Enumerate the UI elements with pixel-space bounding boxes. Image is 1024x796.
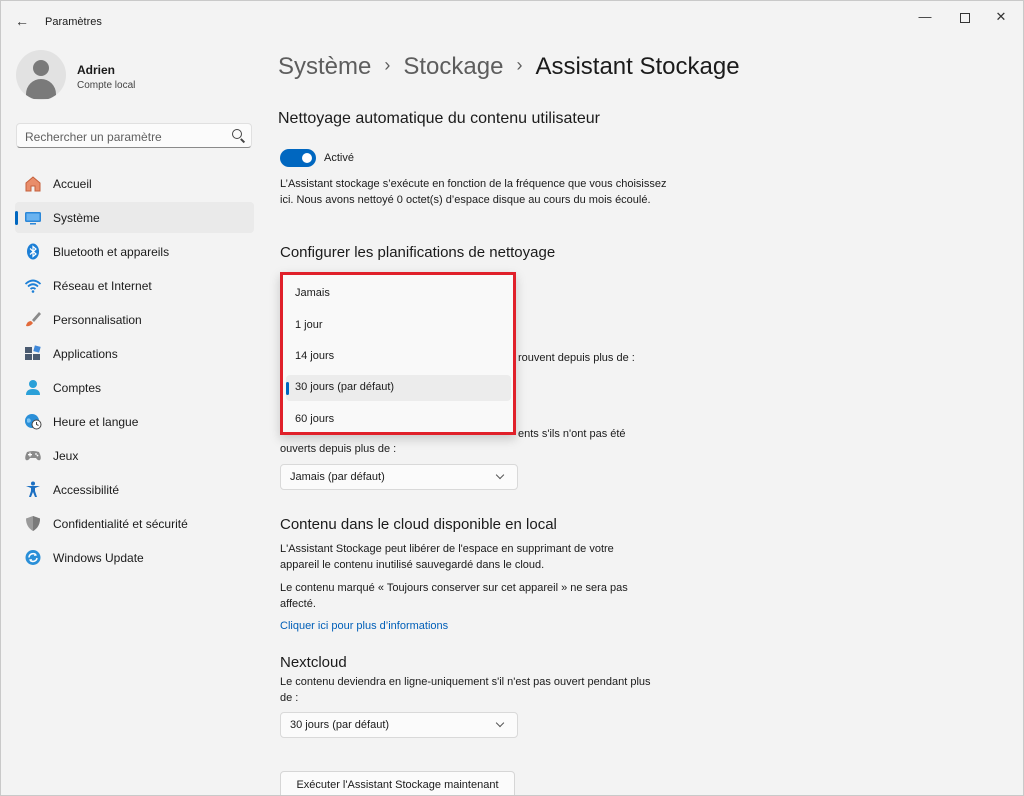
dropdown-option[interactable]: 1 jour	[286, 313, 511, 339]
downloads-label-end: ouverts depuis plus de :	[280, 443, 397, 455]
sidebar-item-windows-update[interactable]: Windows Update	[15, 542, 254, 573]
nextcloud-description: Le contenu deviendra en ligne-uniquement…	[280, 676, 651, 704]
sidebar-item-systeme[interactable]: Système	[15, 202, 254, 233]
person-icon	[26, 380, 40, 395]
user-name: Adrien	[77, 63, 116, 77]
sidebar-item-label: Personnalisation	[53, 313, 142, 327]
chevron-down-icon	[495, 718, 505, 728]
breadcrumb-systeme[interactable]: Système	[278, 53, 371, 80]
sidebar-item-heure[interactable]: Heure et langue	[15, 406, 254, 437]
update-icon	[25, 550, 41, 565]
breadcrumb-separator: ›	[384, 55, 391, 75]
sidebar-item-bluetooth[interactable]: Bluetooth et appareils	[15, 236, 254, 267]
sidebar-nav: Accueil Système Bluetooth et appareils R…	[15, 168, 254, 576]
breadcrumb-separator: ›	[516, 55, 523, 75]
dropdown-value: 30 jours (par défaut)	[290, 719, 390, 731]
auto-cleanup-title: Nettoyage automatique du contenu utilisa…	[278, 110, 600, 127]
user-account-type: Compte local	[77, 80, 136, 91]
maximize-button[interactable]	[948, 7, 982, 27]
dropdown-option[interactable]: Jamais	[286, 281, 511, 307]
option-label: Jamais	[295, 287, 330, 299]
breadcrumb: Système › Stockage › Assistant Stockage	[278, 53, 740, 81]
schedule-title: Configurer les planifications de nettoya…	[280, 244, 556, 261]
sidebar-item-label: Comptes	[53, 381, 102, 395]
search-box[interactable]: Rechercher un paramètre	[16, 123, 252, 148]
wifi-icon	[24, 279, 42, 293]
bluetooth-icon	[27, 243, 39, 260]
sidebar-item-label: Applications	[53, 347, 118, 361]
sidebar-item-reseau[interactable]: Réseau et Internet	[15, 270, 254, 301]
back-arrow-icon[interactable]: ←	[11, 11, 33, 31]
nextcloud-dropdown[interactable]: 30 jours (par défaut)	[280, 712, 518, 738]
accessibility-icon	[26, 481, 40, 497]
close-button[interactable]: ✕	[984, 7, 1018, 27]
recycle-bin-label-partial: rouvent depuis plus de :	[518, 352, 635, 364]
shield-icon	[26, 516, 40, 531]
apps-icon	[25, 345, 41, 360]
nextcloud-title: Nextcloud	[280, 654, 347, 671]
gamepad-icon	[25, 451, 41, 461]
cloud-note: Le contenu marqué « Toujours conserver s…	[280, 582, 628, 610]
auto-cleanup-description: L’Assistant stockage s’exécute en foncti…	[280, 178, 667, 206]
sidebar-item-label: Jeux	[53, 449, 79, 463]
sidebar-item-confidentialite[interactable]: Confidentialité et sécurité	[15, 508, 254, 539]
downloads-dropdown[interactable]: Jamais (par défaut)	[280, 464, 518, 490]
settings-window: ← Paramètres — ✕ Adrien Compte local Rec…	[0, 0, 1024, 796]
sidebar-item-accueil[interactable]: Accueil	[15, 168, 254, 199]
option-label: 60 jours	[295, 413, 335, 425]
option-label: 1 jour	[295, 319, 323, 331]
dropdown-value: Jamais (par défaut)	[290, 471, 385, 483]
option-label: 14 jours	[295, 350, 335, 362]
minimize-button[interactable]: —	[908, 7, 942, 27]
search-input[interactable]: Rechercher un paramètre	[25, 130, 162, 144]
system-icon	[25, 212, 41, 225]
title-bar: ← Paramètres — ✕	[1, 1, 1023, 41]
auto-cleanup-toggle[interactable]	[280, 149, 316, 167]
sidebar-item-label: Accueil	[53, 177, 92, 191]
sidebar-item-personnalisation[interactable]: Personnalisation	[15, 304, 254, 335]
sidebar-item-label: Système	[53, 211, 100, 225]
breadcrumb-stockage[interactable]: Stockage	[403, 53, 503, 80]
dropdown-option[interactable]: 14 jours	[286, 344, 511, 370]
sidebar-item-label: Windows Update	[53, 551, 144, 565]
app-title: Paramètres	[45, 16, 102, 28]
globe-clock-icon	[25, 414, 42, 430]
cloud-description: L'Assistant Stockage peut libérer de l'e…	[280, 543, 614, 571]
option-label: 30 jours (par défaut)	[295, 381, 395, 393]
sidebar-item-label: Bluetooth et appareils	[53, 245, 170, 259]
toggle-state-label: Activé	[324, 152, 354, 164]
downloads-label-partial: ents s'ils n'ont pas été	[518, 428, 626, 440]
sidebar-item-label: Confidentialité et sécurité	[53, 517, 188, 531]
sidebar-item-label: Accessibilité	[53, 483, 120, 497]
chevron-down-icon	[495, 470, 505, 480]
page-title: Assistant Stockage	[535, 53, 740, 80]
dropdown-option-selected[interactable]: 30 jours (par défaut)	[286, 375, 511, 401]
run-storage-sense-button[interactable]: Exécuter l'Assistant Stockage maintenant	[280, 771, 515, 795]
search-icon	[232, 129, 242, 139]
maximize-icon	[960, 12, 970, 23]
sidebar-item-label: Réseau et Internet	[53, 279, 152, 293]
cloud-title: Contenu dans le cloud disponible en loca…	[280, 516, 557, 533]
sidebar-item-applications[interactable]: Applications	[15, 338, 254, 369]
avatar	[16, 50, 66, 100]
frequency-dropdown-menu: Jamais 1 jour 14 jours 30 jours (par déf…	[280, 272, 516, 435]
sidebar-item-comptes[interactable]: Comptes	[15, 372, 254, 403]
sidebar-item-accessibilite[interactable]: Accessibilité	[15, 474, 254, 505]
more-info-link[interactable]: Cliquer ici pour plus d’informations	[280, 620, 448, 632]
sidebar-item-jeux[interactable]: Jeux	[15, 440, 254, 471]
sidebar-item-label: Heure et langue	[53, 415, 139, 429]
dropdown-option[interactable]: 60 jours	[286, 407, 511, 433]
home-icon	[25, 176, 41, 192]
brush-icon	[26, 312, 41, 327]
